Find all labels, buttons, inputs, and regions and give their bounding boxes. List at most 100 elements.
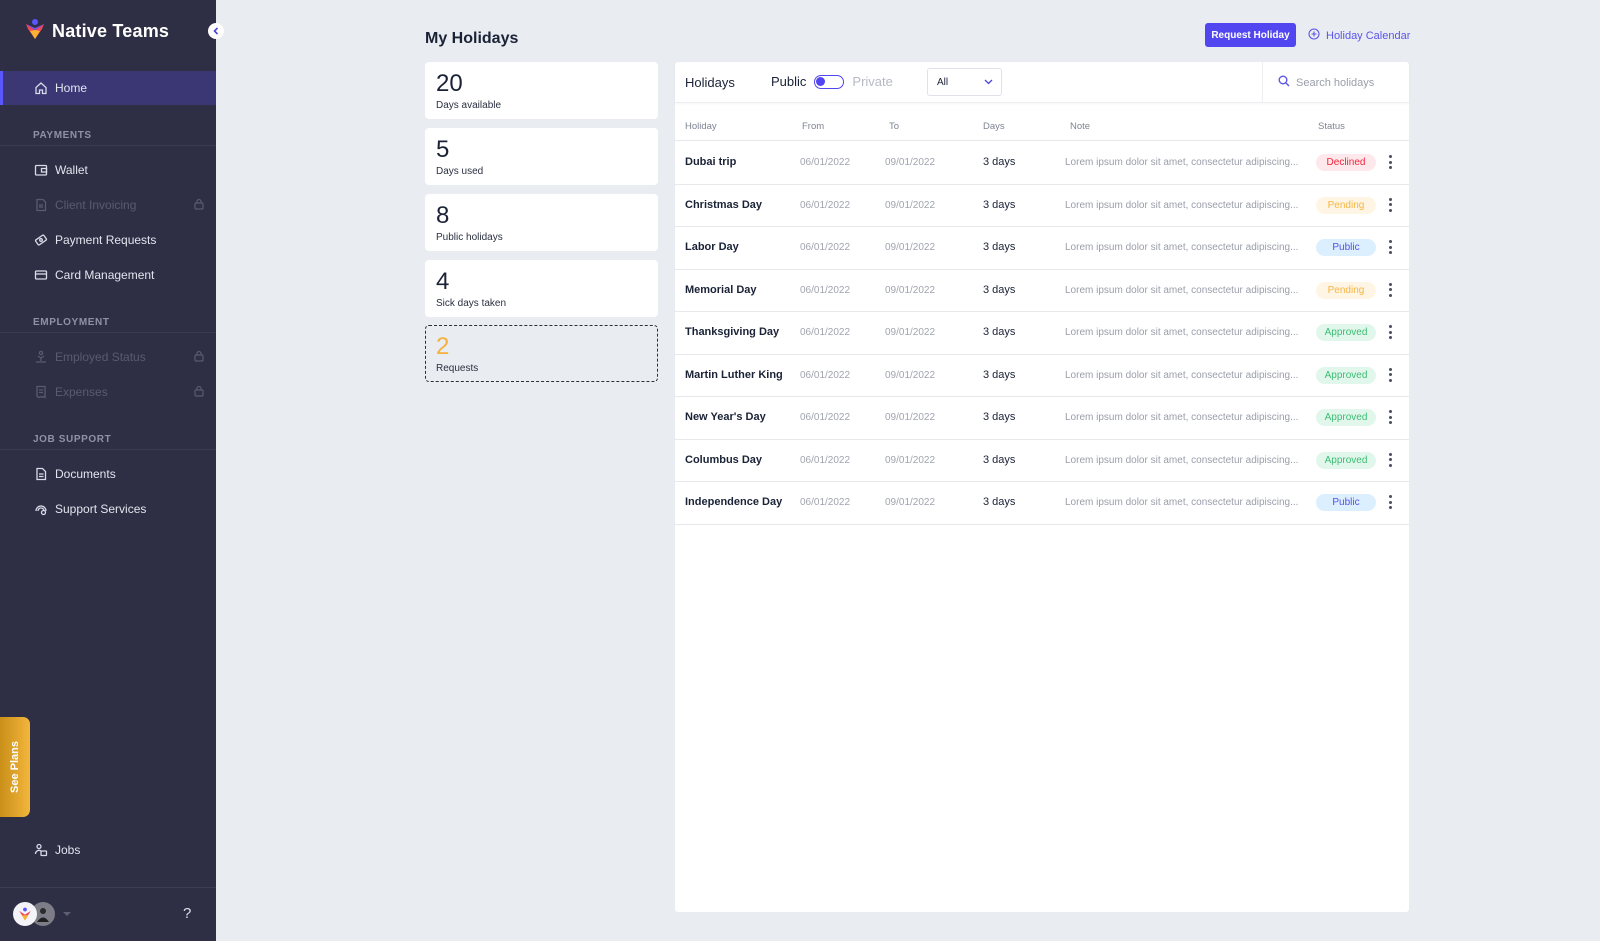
from-date: 06/01/2022: [800, 497, 851, 508]
from-date: 06/01/2022: [800, 412, 851, 423]
to-date: 09/01/2022: [885, 157, 936, 168]
more-options-icon[interactable]: [1387, 325, 1393, 339]
help-button[interactable]: ?: [183, 905, 191, 922]
stat-value: 5: [436, 136, 450, 163]
toggle-knob: [816, 76, 826, 86]
holiday-name: Martin Luther King: [685, 368, 783, 381]
panel-title: Holidays: [685, 75, 735, 90]
table-row[interactable]: Memorial Day 06/01/2022 09/01/2022 3 days Lo…: [675, 270, 1409, 312]
sidebar-item-label: Support Services: [55, 502, 147, 516]
holiday-name: Columbus Day: [685, 453, 763, 466]
see-plans-button[interactable]: See Plans: [0, 717, 30, 817]
page-title: My Holidays: [425, 30, 519, 47]
chevron-down-icon[interactable]: [63, 912, 71, 916]
sidebar-item-home[interactable]: Home: [0, 71, 216, 105]
table-row[interactable]: Columbus Day 06/01/2022 09/01/2022 3 days Lo…: [675, 440, 1409, 482]
filter-select[interactable]: All: [927, 68, 1002, 96]
status-badge: Pending: [1316, 281, 1376, 299]
more-options-icon[interactable]: [1387, 367, 1393, 382]
logo[interactable]: Native Teams: [24, 18, 169, 45]
table-row[interactable]: Martin Luther King 06/01/2022 09/01/2022 3 …: [675, 355, 1409, 397]
holiday-name: Dubai trip: [685, 156, 737, 168]
stat-card-requests[interactable]: 2 Requests: [425, 325, 658, 382]
status-badge: Public: [1316, 494, 1376, 511]
divider: [0, 145, 216, 146]
table-row[interactable]: New Year's Day 06/01/2022 09/01/2022 3 days…: [675, 397, 1409, 440]
lock-icon: [194, 198, 204, 213]
column-header-to[interactable]: To: [889, 121, 899, 132]
note: Lorem ipsum dolor sit amet, consectetur …: [1065, 242, 1299, 253]
more-options-icon[interactable]: [1387, 282, 1393, 297]
sidebar-item-jobs[interactable]: Jobs: [0, 833, 216, 867]
note: Lorem ipsum dolor sit amet, consectetur …: [1065, 497, 1299, 508]
sidebar-item-label: Jobs: [55, 843, 81, 857]
holiday-calendar-link[interactable]: Holiday Calendar: [1308, 28, 1410, 43]
note: Lorem ipsum dolor sit amet, consectetur …: [1065, 369, 1299, 381]
days-count: 3 days: [983, 368, 1016, 381]
note: Lorem ipsum dolor sit amet, consectetur …: [1065, 327, 1299, 338]
sidebar-item-support-services[interactable]: Support Services: [0, 492, 216, 526]
note: Lorem ipsum dolor sit amet, consectetur …: [1065, 412, 1299, 423]
holiday-name: Independence Day: [685, 496, 783, 508]
toggle-label-private[interactable]: Private: [852, 74, 892, 89]
status-badge: Declined: [1316, 154, 1376, 171]
toggle-label-public[interactable]: Public: [771, 74, 806, 89]
to-date: 09/01/2022: [885, 199, 936, 211]
more-options-icon[interactable]: [1387, 410, 1393, 424]
table-row[interactable]: Thanksgiving Day 06/01/2022 09/01/2022 3 da…: [675, 312, 1409, 355]
status-badge: Approved: [1316, 366, 1376, 384]
sidebar: Native Teams Home PAYMENTS Wallet Client…: [0, 0, 216, 941]
days-count: 3 days: [983, 198, 1016, 211]
document-icon: [34, 467, 48, 481]
column-header-status[interactable]: Status: [1318, 121, 1345, 132]
column-header-days[interactable]: Days: [983, 121, 1005, 132]
status-badge: Public: [1316, 239, 1376, 256]
column-header-holiday[interactable]: Holiday: [685, 121, 717, 132]
stat-value: 4: [436, 268, 450, 295]
company-avatar[interactable]: [13, 902, 37, 926]
stat-value: 8: [436, 202, 450, 229]
column-header-from[interactable]: From: [802, 121, 824, 132]
sidebar-item-label: Employed Status: [55, 350, 146, 364]
stat-label: Sick days taken: [436, 298, 507, 309]
receipt-icon: [34, 385, 48, 399]
more-options-icon[interactable]: [1387, 452, 1393, 467]
visibility-toggle-group: Public Private: [771, 74, 893, 89]
sidebar-item-payment-requests[interactable]: Payment Requests: [0, 223, 216, 257]
more-options-icon[interactable]: [1387, 495, 1393, 509]
section-label-job-support: JOB SUPPORT: [33, 434, 112, 445]
sidebar-item-label: Home: [55, 81, 88, 95]
account-switcher[interactable]: [13, 902, 71, 926]
holidays-panel: Holidays Public Private All Holiday From…: [675, 62, 1409, 912]
table-row[interactable]: Labor Day 06/01/2022 09/01/2022 3 days Lorem…: [675, 227, 1409, 270]
sidebar-item-label: Card Management: [55, 268, 155, 282]
more-options-icon[interactable]: [1387, 240, 1393, 254]
more-options-icon[interactable]: [1387, 197, 1393, 212]
request-holiday-button[interactable]: Request Holiday: [1205, 23, 1296, 47]
table-row[interactable]: Dubai trip 06/01/2022 09/01/2022 3 days Lore…: [675, 142, 1409, 185]
table-row[interactable]: Independence Day 06/01/2022 09/01/2022 3 da…: [675, 482, 1409, 525]
sidebar-item-documents[interactable]: Documents: [0, 457, 216, 491]
stat-value: 20: [436, 70, 463, 97]
search-box: [1262, 62, 1409, 103]
search-input[interactable]: [1296, 76, 1406, 89]
days-count: 3 days: [983, 453, 1016, 466]
sidebar-item-card-management[interactable]: Card Management: [0, 258, 216, 292]
sidebar-item-label: Client Invoicing: [55, 198, 137, 212]
table-row[interactable]: Christmas Day 06/01/2022 09/01/2022 3 days L…: [675, 185, 1409, 227]
column-header-note[interactable]: Note: [1070, 121, 1090, 132]
collapse-sidebar-button[interactable]: [208, 23, 224, 39]
sidebar-item-wallet[interactable]: Wallet: [0, 153, 216, 187]
sidebar-item-client-invoicing: Client Invoicing: [0, 188, 216, 222]
home-icon: [34, 81, 48, 95]
public-private-toggle[interactable]: [814, 74, 845, 89]
more-options-icon[interactable]: [1387, 155, 1393, 169]
section-label-payments: PAYMENTS: [33, 130, 92, 141]
sidebar-item-label: Documents: [55, 467, 116, 481]
note: Lorem ipsum dolor sit amet, consectetur …: [1065, 284, 1299, 296]
days-count: 3 days: [983, 156, 1016, 168]
card-icon: [34, 268, 48, 282]
days-count: 3 days: [983, 496, 1016, 508]
stat-label: Days used: [436, 166, 484, 177]
from-date: 06/01/2022: [800, 369, 851, 381]
